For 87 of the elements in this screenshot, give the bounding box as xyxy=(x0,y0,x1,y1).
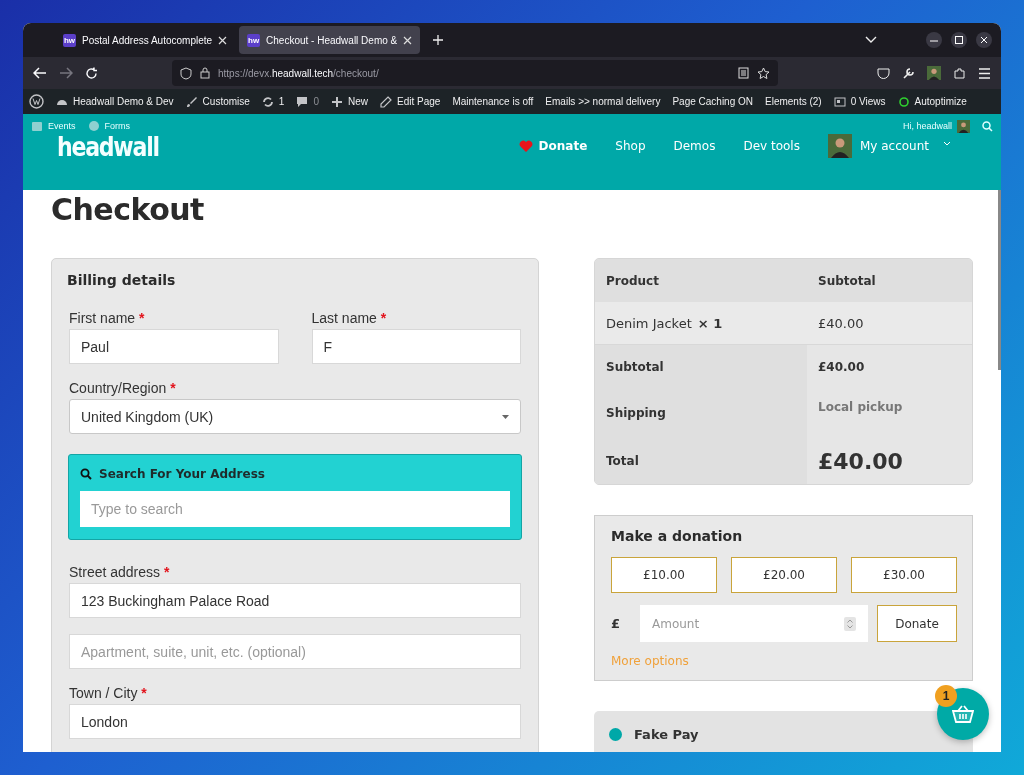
tab-favicon: hw xyxy=(247,33,261,47)
admin-bar-item[interactable]: Maintenance is off xyxy=(452,96,534,107)
table-cell: Total xyxy=(595,438,807,484)
table-cell-text: £40.00 xyxy=(817,314,865,333)
views-icon xyxy=(833,95,846,108)
plus-icon xyxy=(331,95,343,108)
table-cell-text: £40.00 xyxy=(817,447,904,476)
pencil-icon xyxy=(380,95,392,108)
browser-tab[interactable]: hw Postal Address Autocomplete xyxy=(55,26,236,54)
browser-tab[interactable]: hw Checkout - Headwall Demo & xyxy=(239,26,421,54)
field-label: Street address * xyxy=(69,564,171,580)
table-cell: Shipping xyxy=(595,388,807,438)
tab-favicon: hw xyxy=(63,33,76,47)
avatar-icon xyxy=(827,134,852,158)
search-icon xyxy=(80,468,92,480)
amount-button[interactable]: £10.00 xyxy=(611,557,717,593)
basket-icon xyxy=(952,705,974,723)
card-title: Billing details xyxy=(67,272,177,288)
admin-bar-item[interactable]: New xyxy=(331,95,368,108)
admin-bar-item[interactable]: 0 Views xyxy=(833,95,886,108)
chevron-down-icon[interactable] xyxy=(865,36,877,44)
payment-option[interactable]: Fake Pay xyxy=(609,727,699,742)
table-cell-text: £40.00 xyxy=(817,358,866,376)
amount-button[interactable]: £30.00 xyxy=(851,557,957,593)
admin-bar-item[interactable]: Emails >> normal delivery xyxy=(545,96,661,107)
input-field[interactable]: Apartment, suite, unit, etc. (optional) xyxy=(69,634,521,669)
admin-bar-item[interactable]: Elements (2) xyxy=(765,96,822,107)
column-header: Product xyxy=(605,272,660,290)
bookmark-star-icon[interactable] xyxy=(757,66,770,80)
currency-symbol: £ xyxy=(611,616,622,631)
admin-bar-item[interactable]: Headwall Demo & Dev xyxy=(56,95,174,108)
brush-icon xyxy=(185,95,198,108)
scrollbar-thumb[interactable] xyxy=(998,190,1001,370)
sync-icon xyxy=(261,95,274,108)
column-header: Subtotal xyxy=(817,272,877,290)
forward-icon[interactable] xyxy=(59,67,73,79)
chevron-down-icon xyxy=(943,140,951,146)
shield-icon xyxy=(180,66,192,80)
input-field[interactable]: London xyxy=(69,704,521,739)
search-icon[interactable] xyxy=(982,120,993,132)
cart-count-badge: 1 xyxy=(935,685,957,707)
reload-icon[interactable] xyxy=(85,66,98,80)
cart-button[interactable]: 1 xyxy=(937,688,989,740)
address-search-field[interactable]: Type to search xyxy=(80,491,510,527)
input-field[interactable]: F xyxy=(311,329,521,364)
back-icon[interactable] xyxy=(33,67,47,79)
input-field[interactable]: 123 Buckingham Palace Road xyxy=(69,583,521,618)
card-title: Make a donation xyxy=(611,528,744,544)
menu-icon[interactable] xyxy=(978,67,991,79)
input-field[interactable]: Paul xyxy=(69,329,279,364)
comment-icon xyxy=(296,95,309,108)
address-bar[interactable]: https://devx.headwall.tech/checkout/ xyxy=(172,60,778,86)
close-icon[interactable] xyxy=(403,35,413,45)
admin-bar-item[interactable]: 0 xyxy=(296,95,319,108)
wordpress-logo-icon[interactable] xyxy=(29,94,44,109)
reader-view-icon[interactable] xyxy=(738,67,749,79)
avatar-icon xyxy=(957,119,970,133)
field-label: Country/Region * xyxy=(69,380,177,396)
radio-button[interactable] xyxy=(609,728,622,741)
field-label: Last name * xyxy=(311,310,388,326)
amount-field[interactable]: Amount xyxy=(640,605,868,642)
lock-icon xyxy=(200,67,210,79)
admin-bar-item[interactable]: Autoptimize xyxy=(897,95,967,108)
country-select[interactable]: United Kingdom (UK) xyxy=(69,399,521,434)
url-text: https://devx.headwall.tech/checkout/ xyxy=(218,67,379,79)
admin-bar-item[interactable]: Customise xyxy=(185,95,250,108)
field-label: First name * xyxy=(69,310,146,326)
admin-bar-item[interactable]: Page Caching ON xyxy=(672,96,753,107)
field-label: Town / City * xyxy=(69,685,148,701)
window-controls-icon[interactable] xyxy=(925,31,995,49)
page-title: Checkout xyxy=(51,192,205,228)
heart-icon xyxy=(518,139,533,153)
admin-bar-item[interactable]: 1 xyxy=(261,95,285,108)
avatar-icon xyxy=(927,66,941,80)
table-cell-text: Local pickup xyxy=(817,399,904,416)
donate-button[interactable]: Donate xyxy=(877,605,957,642)
table-cell-text: Denim Jacket × 1 xyxy=(605,314,724,333)
admin-bar-item[interactable]: Edit Page xyxy=(380,95,441,108)
search-panel-title: Search For Your Address xyxy=(80,467,510,481)
wrench-icon[interactable] xyxy=(902,66,915,80)
close-icon[interactable] xyxy=(218,35,228,45)
pocket-icon[interactable] xyxy=(877,66,890,80)
new-tab-icon[interactable] xyxy=(432,34,445,46)
caret-icon xyxy=(502,414,509,419)
status-ring-icon xyxy=(897,95,910,108)
amount-button[interactable]: £20.00 xyxy=(731,557,837,593)
table-cell: Subtotal xyxy=(595,345,807,388)
